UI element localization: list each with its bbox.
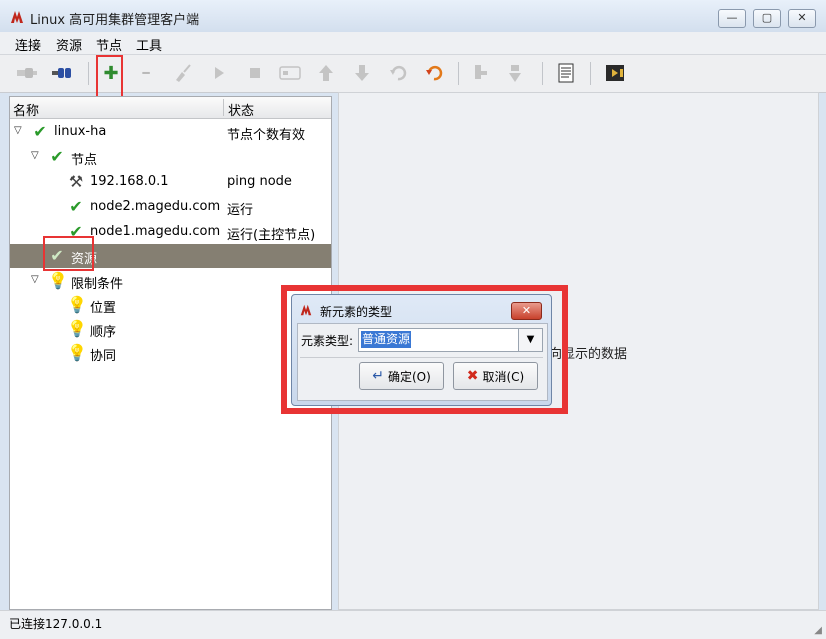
- close-button[interactable]: ✕: [788, 9, 816, 28]
- element-type-select[interactable]: 普通资源 ▼: [358, 328, 543, 352]
- cancel-button[interactable]: ✖ 取消(C): [453, 362, 538, 390]
- ok-button[interactable]: ↵ 确定(O): [359, 362, 444, 390]
- dialog-title: 新元素的类型: [320, 305, 393, 319]
- column-name[interactable]: 名称: [13, 100, 39, 119]
- toolbar: ✚ ━: [0, 55, 826, 93]
- default-icon[interactable]: [277, 61, 303, 85]
- check-icon: ✔: [50, 147, 64, 166]
- remove-icon[interactable]: ━: [133, 61, 159, 85]
- expanded-triangle-icon[interactable]: ▽: [31, 274, 39, 285]
- stop-icon[interactable]: [242, 61, 268, 85]
- tree-row-label: 限制条件: [71, 277, 124, 292]
- log-icon[interactable]: [553, 61, 579, 85]
- new-element-type-dialog: 新元素的类型 ✕ 元素类型: 普通资源 ▼ ↵ 确定(O) ✖ 取消(C): [291, 294, 552, 406]
- app-logo-icon: [300, 304, 312, 316]
- lightbulb-icon: 💡: [67, 295, 87, 314]
- tree-row-node2[interactable]: ✔ node2.magedu.com 运行: [10, 195, 331, 219]
- expanded-triangle-icon[interactable]: ▽: [14, 125, 22, 136]
- element-type-value: 普通资源: [361, 331, 412, 348]
- enter-arrow-icon: ↵: [372, 368, 384, 384]
- tree-row-label: 节点: [71, 153, 98, 168]
- column-status[interactable]: 状态: [228, 100, 254, 119]
- move-up-icon[interactable]: [313, 61, 339, 85]
- tree-row-label: node2.magedu.com: [90, 199, 221, 214]
- window-title: Linux 高可用集群管理客户端: [30, 13, 200, 28]
- tree-row-status: 运行(主控节点): [227, 228, 316, 243]
- dropdown-arrow-icon[interactable]: ▼: [518, 329, 542, 351]
- tree-row-label: 顺序: [90, 325, 117, 340]
- tree-row-label: 协同: [90, 349, 117, 364]
- expanded-triangle-icon[interactable]: ▽: [31, 150, 39, 161]
- minimize-button[interactable]: —: [718, 9, 746, 28]
- exit-icon[interactable]: [602, 61, 628, 85]
- status-bar: 已连接127.0.0.1 ◢: [0, 610, 826, 639]
- start-icon[interactable]: [206, 61, 232, 85]
- tree-row-status: 运行: [227, 203, 254, 218]
- title-bar: Linux 高可用集群管理客户端 — ▢ ✕: [0, 0, 826, 33]
- menu-bar: 连接 资源 节点 工具: [0, 32, 826, 55]
- tree-row-nodes[interactable]: ▽ ✔ 节点: [10, 145, 331, 169]
- element-type-label: 元素类型:: [301, 334, 354, 348]
- refresh-icon[interactable]: [421, 61, 447, 85]
- undo-icon[interactable]: [385, 61, 411, 85]
- cancel-x-icon: ✖: [466, 368, 479, 384]
- tree-header: 名称 状态: [10, 97, 331, 119]
- tools-icon: ⚒: [68, 172, 84, 191]
- tree-row-ping-node[interactable]: ⚒ 192.168.0.1 ping node: [10, 170, 331, 194]
- migrate-icon[interactable]: [468, 61, 494, 85]
- check-icon: ✔: [33, 122, 47, 141]
- unmigrate-icon[interactable]: [503, 61, 529, 85]
- connect-icon[interactable]: [14, 61, 40, 85]
- check-icon: ✔: [69, 197, 83, 216]
- cleanup-icon[interactable]: [170, 61, 196, 85]
- maximize-button[interactable]: ▢: [753, 9, 781, 28]
- tree-row-label: node1.magedu.com: [90, 224, 221, 239]
- lightbulb-icon: 💡: [67, 343, 87, 362]
- tree-row-label: linux-ha: [54, 124, 107, 139]
- resize-grip-icon[interactable]: ◢: [814, 625, 822, 636]
- dialog-body: 元素类型: 普通资源 ▼ ↵ 确定(O) ✖ 取消(C): [297, 323, 548, 401]
- lightbulb-icon: 💡: [67, 319, 87, 338]
- menu-resources[interactable]: 资源: [56, 35, 82, 54]
- tree-row-status: ping node: [227, 174, 292, 189]
- add-highlight-box: [96, 55, 123, 100]
- app-logo-icon: [11, 11, 23, 23]
- tree-row-label: 192.168.0.1: [90, 174, 169, 189]
- connection-status: 已连接127.0.0.1: [9, 617, 103, 631]
- lightbulb-icon: 💡: [48, 271, 68, 290]
- menu-nodes[interactable]: 节点: [96, 35, 122, 54]
- tree-row-status: 节点个数有效: [227, 128, 306, 143]
- tree-row-label: 位置: [90, 301, 117, 316]
- cancel-button-label: 取消(C): [482, 369, 525, 384]
- dialog-close-button[interactable]: ✕: [511, 302, 542, 320]
- tree-row-cluster[interactable]: ▽ ✔ linux-ha 节点个数有效: [10, 120, 331, 144]
- ok-button-label: 确定(O): [387, 369, 431, 384]
- move-down-icon[interactable]: [349, 61, 375, 85]
- menu-connect[interactable]: 连接: [15, 35, 41, 54]
- resources-highlight-box: [43, 236, 94, 271]
- disconnect-icon[interactable]: [49, 61, 75, 85]
- menu-tools[interactable]: 工具: [136, 35, 162, 54]
